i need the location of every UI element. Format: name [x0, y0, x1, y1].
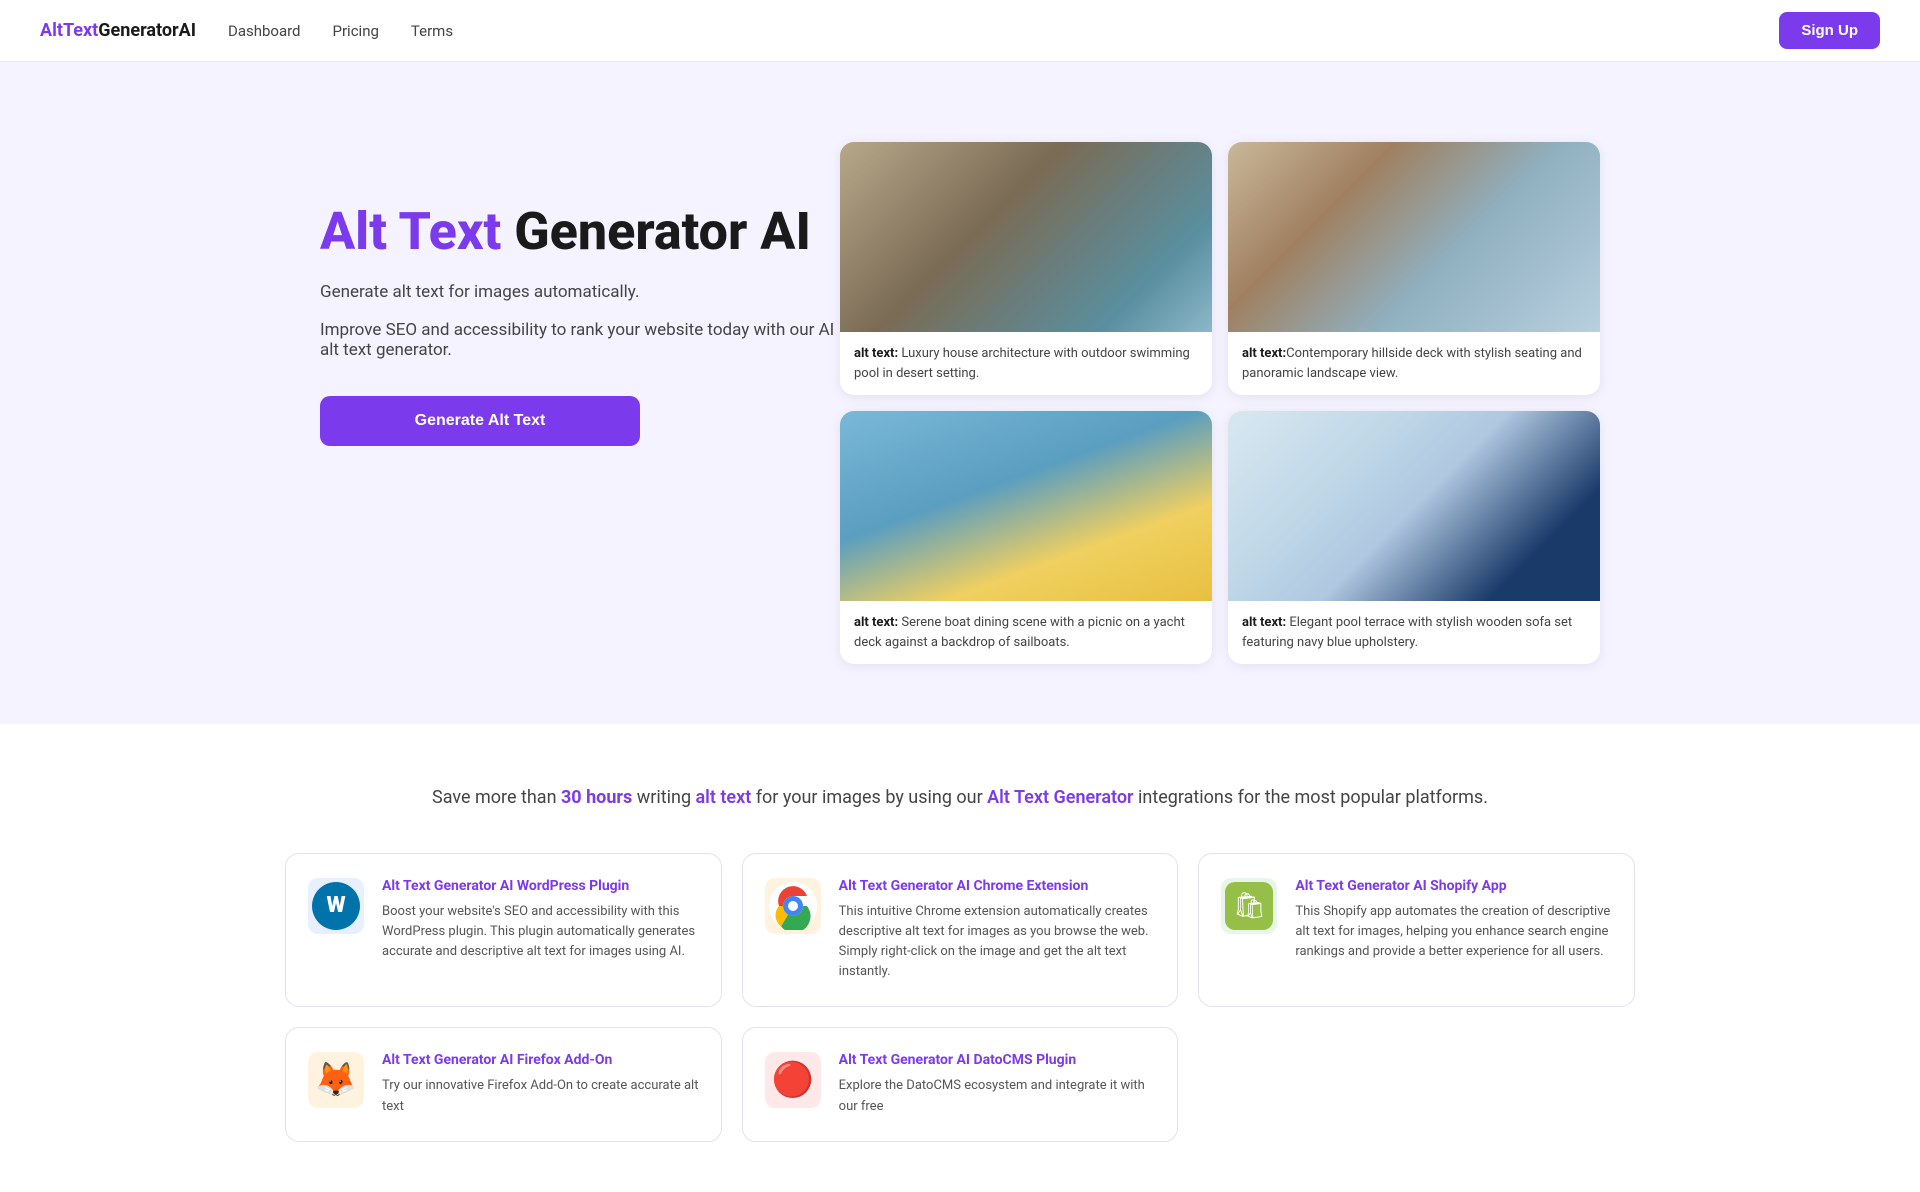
signup-button[interactable]: Sign Up — [1779, 12, 1880, 49]
image-house1 — [840, 142, 1212, 332]
headline-hours: 30 hours — [561, 787, 632, 808]
wordpress-body: Alt Text Generator AI WordPress Plugin B… — [382, 878, 699, 962]
firefox-body: Alt Text Generator AI Firefox Add-On Try… — [382, 1052, 699, 1116]
firefox-icon: 🦊 — [308, 1052, 364, 1108]
integration-card-wordpress[interactable]: W Alt Text Generator AI WordPress Plugin… — [285, 853, 722, 1008]
chrome-body: Alt Text Generator AI Chrome Extension T… — [839, 878, 1156, 983]
caption-text-1: Luxury house architecture with outdoor s… — [854, 346, 1190, 381]
image-card-3: alt text: Serene boat dining scene with … — [840, 411, 1212, 664]
firefox-desc: Try our innovative Firefox Add-On to cre… — [382, 1076, 699, 1116]
caption-text-4: Elegant pool terrace with stylish wooden… — [1242, 615, 1572, 650]
integration-card-datocms[interactable]: 🔴 Alt Text Generator AI DatoCMS Plugin E… — [742, 1027, 1179, 1141]
caption-label-3: alt text: — [854, 615, 898, 630]
caption-text-3: Serene boat dining scene with a picnic o… — [854, 615, 1185, 650]
image-caption-3: alt text: Serene boat dining scene with … — [840, 601, 1212, 664]
hero-subtitle2: Improve SEO and accessibility to rank yo… — [320, 320, 840, 360]
caption-label-1: alt text: — [854, 346, 898, 361]
headline-alt: alt text — [696, 787, 752, 808]
hero-container: Alt Text Generator AI Generate alt text … — [260, 62, 1660, 724]
datocms-title: Alt Text Generator AI DatoCMS Plugin — [839, 1052, 1156, 1068]
hero-section: Alt Text Generator AI Generate alt text … — [0, 62, 1920, 724]
nav-link-pricing[interactable]: Pricing — [333, 22, 379, 40]
datocms-icon: 🔴 — [765, 1052, 821, 1108]
headline-mid1: writing — [632, 787, 695, 808]
image-caption-4: alt text: Elegant pool terrace with styl… — [1228, 601, 1600, 664]
hero-left: Alt Text Generator AI Generate alt text … — [320, 142, 840, 446]
wordpress-desc: Boost your website's SEO and accessibili… — [382, 902, 699, 962]
shopify-title: Alt Text Generator AI Shopify App — [1295, 878, 1612, 894]
headline-before: Save more than — [432, 787, 561, 808]
headline-generator: Alt Text Generator — [987, 787, 1133, 808]
caption-label-2: alt text: — [1242, 346, 1286, 361]
image-card-1: alt text: Luxury house architecture with… — [840, 142, 1212, 395]
firefox-title: Alt Text Generator AI Firefox Add-On — [382, 1052, 699, 1068]
nav-left: AltTextGeneratorAI Dashboard Pricing Ter… — [40, 20, 453, 41]
navbar: AltTextGeneratorAI Dashboard Pricing Ter… — [0, 0, 1920, 62]
image-pool — [1228, 411, 1600, 601]
chrome-icon — [765, 878, 821, 934]
wp-logo: W — [312, 882, 360, 930]
logo[interactable]: AltTextGeneratorAI — [40, 20, 196, 41]
integrations-grid: W Alt Text Generator AI WordPress Plugin… — [285, 853, 1635, 1142]
image-boat — [840, 411, 1212, 601]
datocms-body: Alt Text Generator AI DatoCMS Plugin Exp… — [839, 1052, 1156, 1116]
hero-title-rest: Generator AI — [501, 201, 811, 262]
image-caption-1: alt text: Luxury house architecture with… — [840, 332, 1212, 395]
integration-card-firefox[interactable]: 🦊 Alt Text Generator AI Firefox Add-On T… — [285, 1027, 722, 1141]
shopify-desc: This Shopify app automates the creation … — [1295, 902, 1612, 962]
chrome-desc: This intuitive Chrome extension automati… — [839, 902, 1156, 983]
chrome-title: Alt Text Generator AI Chrome Extension — [839, 878, 1156, 894]
image-card-2: alt text:Contemporary hillside deck with… — [1228, 142, 1600, 395]
shopify-logo: 🛍 — [1225, 882, 1273, 930]
integration-card-chrome[interactable]: Alt Text Generator AI Chrome Extension T… — [742, 853, 1179, 1008]
hero-title: Alt Text Generator AI — [320, 202, 840, 262]
datocms-desc: Explore the DatoCMS ecosystem and integr… — [839, 1076, 1156, 1116]
caption-label-4: alt text: — [1242, 615, 1286, 630]
nav-link-dashboard[interactable]: Dashboard — [228, 22, 301, 40]
logo-bold-text: GeneratorAI — [98, 20, 196, 41]
hero-image-grid: alt text: Luxury house architecture with… — [840, 142, 1600, 664]
hero-subtitle1: Generate alt text for images automatical… — [320, 282, 840, 302]
image-card-4: alt text: Elegant pool terrace with styl… — [1228, 411, 1600, 664]
shopify-icon: 🛍 — [1221, 878, 1277, 934]
image-caption-2: alt text:Contemporary hillside deck with… — [1228, 332, 1600, 395]
headline-after: integrations for the most popular platfo… — [1134, 787, 1488, 808]
wordpress-icon: W — [308, 878, 364, 934]
shopify-body: Alt Text Generator AI Shopify App This S… — [1295, 878, 1612, 962]
image-house2 — [1228, 142, 1600, 332]
nav-link-terms[interactable]: Terms — [411, 22, 453, 40]
hero-title-alt: Alt Text — [320, 201, 501, 262]
chrome-svg-logo — [769, 882, 817, 930]
wordpress-title: Alt Text Generator AI WordPress Plugin — [382, 878, 699, 894]
generate-alt-text-button[interactable]: Generate Alt Text — [320, 396, 640, 446]
integrations-headline: Save more than 30 hours writing alt text… — [40, 784, 1880, 813]
headline-mid2: for your images by using our — [751, 787, 987, 808]
integration-card-shopify[interactable]: 🛍 Alt Text Generator AI Shopify App This… — [1198, 853, 1635, 1008]
integrations-section: Save more than 30 hours writing alt text… — [0, 724, 1920, 1192]
caption-text-2: Contemporary hillside deck with stylish … — [1242, 346, 1582, 381]
logo-alt-text: AltText — [40, 20, 98, 41]
